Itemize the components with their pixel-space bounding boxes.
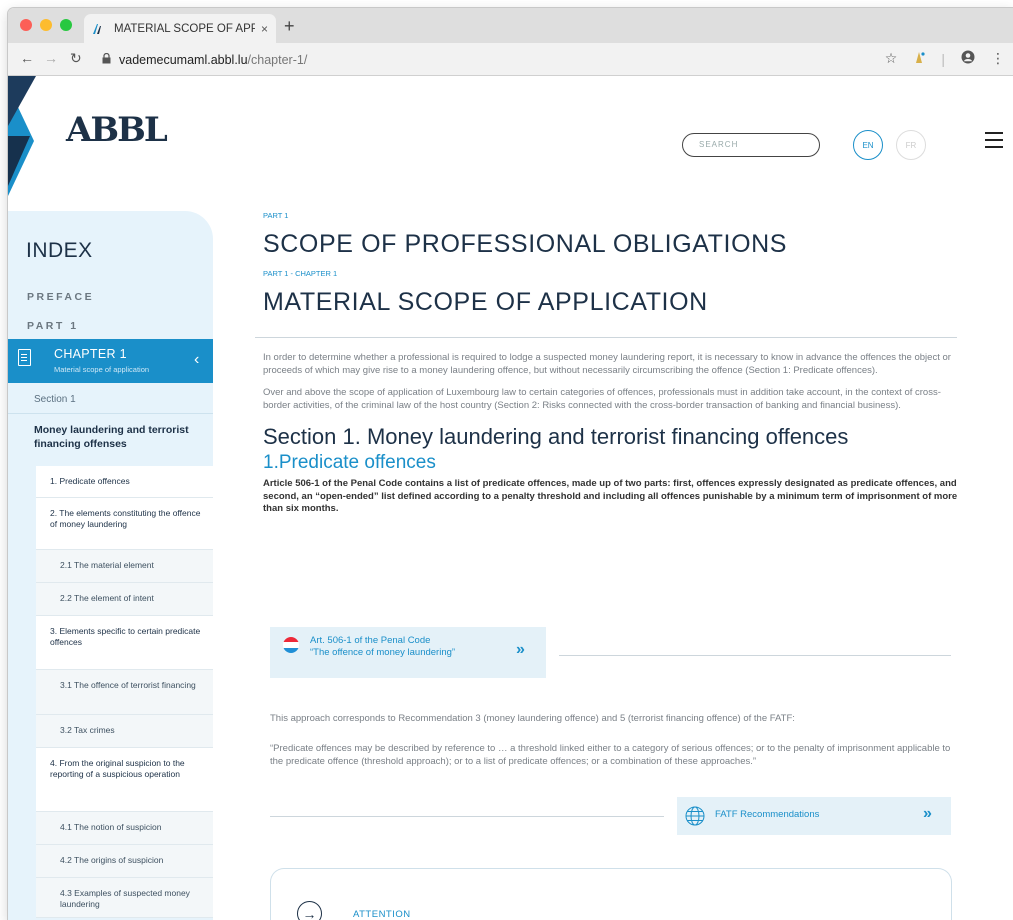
double-chevron-right-icon: » xyxy=(923,805,932,822)
reload-icon[interactable]: ↻ xyxy=(70,50,82,67)
abbl-logo[interactable]: ABBL xyxy=(66,110,168,150)
sidebar-subitem[interactable]: 4.2 The origins of suspicion xyxy=(36,845,213,878)
ref-line-1: Art. 506-1 of the Penal Code xyxy=(310,635,431,646)
sidebar-subitem[interactable]: 3.2 Tax crimes xyxy=(36,715,213,748)
close-window-button[interactable] xyxy=(20,19,32,31)
forward-icon[interactable]: → xyxy=(44,50,58,66)
predicate-offences-text: Article 506-1 of the Penal Code contains… xyxy=(263,478,958,514)
new-tab-button[interactable]: + xyxy=(284,16,295,37)
tab-bar: MATERIAL SCOPE OF APPLICA × + xyxy=(8,8,1013,43)
globe-icon xyxy=(685,806,705,831)
search-input[interactable]: SEARCH xyxy=(682,133,820,157)
sidebar-item-list: 1. Predicate offences 2. The elements co… xyxy=(36,466,213,918)
luxembourg-flag-icon xyxy=(282,636,300,659)
sidebar-subitem[interactable]: 2.2 The element of intent xyxy=(36,583,213,616)
lang-en-button[interactable]: EN xyxy=(853,130,883,160)
url-field[interactable]: vademecumaml.abbl.lu /chapter-1/ xyxy=(92,47,972,72)
sidebar-item[interactable]: 2. The elements constituting the offence… xyxy=(36,498,213,550)
sidebar-subitem[interactable]: 4.3 Examples of suspected money launderi… xyxy=(36,878,213,918)
double-chevron-right-icon: » xyxy=(516,641,525,658)
main-content: PART 1 SCOPE OF PROFESSIONAL OBLIGATIONS… xyxy=(255,211,963,516)
penal-code-reference-link[interactable]: Art. 506-1 of the Penal Code “The offenc… xyxy=(270,627,546,678)
index-sidebar: INDEX PREFACE PART 1 CHAPTER 1 Material … xyxy=(8,211,213,920)
extension-icon[interactable] xyxy=(913,50,925,67)
address-bar: ← → ↻ vademecumaml.abbl.lu /chapter-1/ ☆… xyxy=(8,43,1013,76)
arrow-right-circle-icon[interactable]: → xyxy=(297,901,322,920)
lock-icon xyxy=(102,52,111,67)
separator: | xyxy=(941,50,945,67)
divider xyxy=(255,337,957,338)
menu-dots-icon[interactable]: ⋮ xyxy=(991,50,1005,67)
sidebar-part-link[interactable]: PART 1 xyxy=(27,320,79,332)
toolbar-actions: ☆ | ⋮ xyxy=(885,50,1013,67)
divider xyxy=(559,655,951,656)
sidebar-preface-link[interactable]: PREFACE xyxy=(27,291,94,303)
browser-window: MATERIAL SCOPE OF APPLICA × + ← → ↻ vade… xyxy=(8,8,1013,920)
sidebar-item[interactable]: 4. From the original suspicion to the re… xyxy=(36,748,213,812)
decor-navy-triangle xyxy=(8,136,30,186)
page-content: ABBL SEARCH EN FR INDEX PREFACE PART 1 C… xyxy=(8,76,1013,920)
sidebar-item[interactable]: 3. Elements specific to certain predicat… xyxy=(36,616,213,670)
sidebar-section-title[interactable]: Money laundering and terrorist financing… xyxy=(34,423,204,451)
sidebar-subitem[interactable]: 3.1 The offence of terrorist financing xyxy=(36,670,213,715)
ref-line-2: “The offence of money laundering” xyxy=(310,647,456,658)
fatf-quote-text: “Predicate offences may be described by … xyxy=(270,743,951,767)
tab-title: MATERIAL SCOPE OF APPLICA xyxy=(114,22,255,35)
back-icon[interactable]: ← xyxy=(20,50,34,66)
chapter-title: MATERIAL SCOPE OF APPLICATION xyxy=(263,288,708,316)
sidebar-subitem[interactable]: 2.1 The material element xyxy=(36,550,213,583)
decor-dark-triangle xyxy=(8,76,36,126)
sidebar-item[interactable]: 1. Predicate offences xyxy=(36,466,213,498)
index-title: INDEX xyxy=(26,239,93,262)
sidebar-chapter-active[interactable]: CHAPTER 1 Material scope of application … xyxy=(8,339,213,383)
maximize-window-button[interactable] xyxy=(60,19,72,31)
bookmark-star-icon[interactable]: ☆ xyxy=(885,50,898,67)
divider xyxy=(8,413,213,414)
sidebar-section-label[interactable]: Section 1 xyxy=(34,394,76,405)
tab-close-icon[interactable]: × xyxy=(261,22,268,36)
browser-tab[interactable]: MATERIAL SCOPE OF APPLICA × xyxy=(84,14,276,43)
sidebar-subitem[interactable]: 4.1 The notion of suspicion xyxy=(36,812,213,845)
chapter-subtitle: Material scope of application xyxy=(54,365,150,374)
subsection-heading: 1.Predicate offences xyxy=(263,452,436,473)
chevron-left-icon[interactable]: ‹ xyxy=(194,351,199,369)
section-heading: Section 1. Money laundering and terroris… xyxy=(263,424,849,449)
attention-box: → ATTENTION xyxy=(270,868,952,920)
favicon-icon xyxy=(92,22,106,36)
part-label: PART 1 xyxy=(263,211,289,220)
fatf-approach-text: This approach corresponds to Recommendat… xyxy=(270,713,795,724)
chapter-title: CHAPTER 1 xyxy=(54,347,127,361)
url-path: /chapter-1/ xyxy=(247,52,308,67)
hamburger-menu-icon[interactable] xyxy=(985,132,1003,153)
attention-label: ATTENTION xyxy=(353,909,411,920)
lang-fr-button[interactable]: FR xyxy=(896,130,926,160)
url-host: vademecumaml.abbl.lu xyxy=(119,52,248,67)
intro-paragraph-2: Over and above the scope of application … xyxy=(263,387,941,411)
profile-icon[interactable] xyxy=(961,50,975,67)
document-icon xyxy=(18,349,31,366)
part-title: SCOPE OF PROFESSIONAL OBLIGATIONS xyxy=(263,230,788,258)
minimize-window-button[interactable] xyxy=(40,19,52,31)
intro-paragraph-1: In order to determine whether a professi… xyxy=(263,352,951,376)
chapter-label: PART 1 - CHAPTER 1 xyxy=(263,269,338,278)
divider xyxy=(270,816,664,817)
fatf-label: FATF Recommendations xyxy=(715,809,820,820)
fatf-recommendations-link[interactable]: FATF Recommendations » xyxy=(677,797,951,835)
